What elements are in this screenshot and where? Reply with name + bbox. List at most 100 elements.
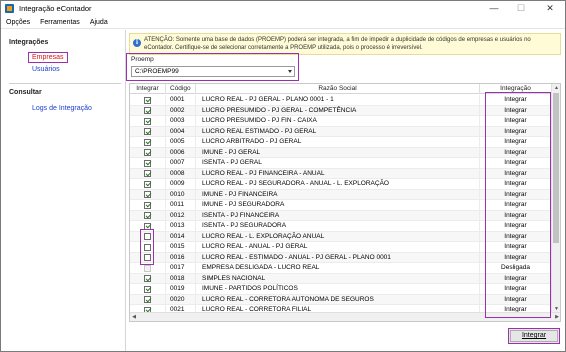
table-row[interactable]: 0006 IMUNE - PJ GERAL Integrar	[130, 147, 552, 158]
table-row[interactable]: 0018 SIMPLES NACIONAL Integrar	[130, 273, 552, 284]
header-integracao[interactable]: Integração	[480, 84, 552, 94]
header-codigo[interactable]: Código	[166, 84, 196, 94]
integracao-status-cell: Integrar	[480, 189, 552, 200]
header-integrar[interactable]: Integrar	[130, 84, 166, 94]
razao-social-cell: LUCRO PRESUMIDO - PJ FIN - CAIXA	[196, 116, 480, 126]
codigo-cell: 0012	[166, 210, 196, 221]
table-row[interactable]: 0009 LUCRO REAL - PJ SEGURADORA - ANUAL -…	[130, 179, 552, 190]
horizontal-scrollbar[interactable]: ◀ ▶	[130, 312, 560, 321]
table-row[interactable]: 0010 IMUNE - PJ FINANCEIRA Integrar	[130, 189, 552, 200]
unchecked-checkbox[interactable]	[144, 254, 151, 261]
checked-checkbox[interactable]	[144, 170, 151, 177]
integracao-status-cell: Integrar	[480, 158, 552, 168]
close-button[interactable]: ✕	[539, 1, 561, 15]
integracao-status-cell: Integrar	[480, 210, 552, 221]
integracao-status-cell: Integrar	[480, 179, 552, 189]
integrar-cell	[130, 263, 166, 273]
table-row[interactable]: 0004 LUCRO REAL ESTIMADO - PJ GERAL Integr…	[130, 126, 552, 137]
codigo-cell: 0013	[166, 221, 196, 231]
codigo-cell: 0016	[166, 252, 196, 263]
razao-social-cell: LUCRO REAL - PJ FINANCEIRA - ANUAL	[196, 168, 480, 179]
integracao-status-cell: Integrar	[480, 252, 552, 263]
razao-social-cell: IMUNE - PJ GERAL	[196, 147, 480, 158]
integrar-cell	[130, 137, 166, 147]
razao-social-cell: IMUNE - PARTIDOS POLÍTICOS	[196, 284, 480, 294]
minimize-button[interactable]: —	[483, 1, 505, 15]
menu-ferramentas[interactable]: Ferramentas	[35, 19, 85, 26]
table-row[interactable]: 0012 ISENTA - PJ FINANCEIRA Integrar	[130, 210, 552, 221]
table-row[interactable]: 0008 LUCRO REAL - PJ FINANCEIRA - ANUAL In…	[130, 168, 552, 179]
chevron-down-icon[interactable]	[288, 70, 292, 73]
razao-social-cell: LUCRO REAL - L. EXPLORAÇÃO ANUAL	[196, 231, 480, 242]
codigo-cell: 0019	[166, 284, 196, 294]
checked-checkbox[interactable]	[144, 212, 151, 219]
table-row[interactable]: 0007 ISENTA - PJ GERAL Integrar	[130, 158, 552, 169]
integracao-status-cell: Integrar	[480, 168, 552, 179]
header-razao-social[interactable]: Razão Social	[196, 84, 480, 94]
table-row[interactable]: 0014 LUCRO REAL - L. EXPLORAÇÃO ANUAL Inte…	[130, 231, 552, 242]
table-header: Integrar Código Razão Social Integração	[130, 84, 552, 94]
sidebar-item-empresas[interactable]: Empresas	[28, 52, 68, 63]
razao-social-cell: LUCRO REAL - PJ SEGURADORA - ANUAL - L. …	[196, 179, 480, 189]
vertical-scroll-thumb[interactable]	[553, 93, 559, 243]
checked-checkbox[interactable]	[144, 222, 151, 230]
razao-social-cell: EMPRESA DESLIGADA - LUCRO REAL	[196, 263, 480, 273]
table-row[interactable]: 0016 LUCRO REAL - ESTIMADO - ANUAL - PJ G…	[130, 252, 552, 263]
checked-checkbox[interactable]	[144, 128, 151, 135]
checked-checkbox[interactable]	[144, 117, 151, 125]
table-row[interactable]: 0013 ISENTA - PJ SEGURADORA Integrar	[130, 221, 552, 232]
integracao-status-cell: Integrar	[480, 221, 552, 231]
checked-checkbox[interactable]	[144, 201, 151, 209]
checked-checkbox[interactable]	[144, 180, 151, 188]
checked-checkbox[interactable]	[144, 191, 151, 198]
checked-checkbox[interactable]	[144, 159, 151, 167]
section-consultar: Consultar	[9, 89, 42, 96]
menu-opcoes[interactable]: Opções	[1, 19, 35, 26]
table-row[interactable]: 0003 LUCRO PRESUMIDO - PJ FIN - CAIXA Inte…	[130, 116, 552, 127]
table-row[interactable]: 0015 LUCRO REAL - ANUAL - PJ GERAL Integra…	[130, 242, 552, 253]
table-row[interactable]: 0002 LUCRO PRESUMIDO - PJ GERAL - COMPETÊ…	[130, 105, 552, 116]
table-row[interactable]: 0017 EMPRESA DESLIGADA - LUCRO REAL Deslig…	[130, 263, 552, 274]
codigo-cell: 0001	[166, 95, 196, 105]
sidebar: Integrações Empresas Usuários Consultar …	[1, 30, 126, 351]
integrar-cell	[130, 158, 166, 168]
integrar-button[interactable]: Integrar	[508, 328, 560, 344]
proemp-value: C:\PROEMP99	[135, 68, 179, 75]
scroll-up-icon[interactable]: ▲	[552, 84, 560, 92]
checked-checkbox[interactable]	[144, 149, 151, 156]
integrar-cell	[130, 294, 166, 305]
checked-checkbox[interactable]	[144, 296, 151, 303]
table-row[interactable]: 0020 LUCRO REAL - CORRETORA AUTONOMA DE S…	[130, 294, 552, 305]
menu-ajuda[interactable]: Ajuda	[85, 19, 113, 26]
integracao-status-cell: Integrar	[480, 116, 552, 126]
title-bar: Integração eContador — ☐ ✕	[1, 1, 565, 15]
table-row[interactable]: 0019 IMUNE - PARTIDOS POLÍTICOS Integrar	[130, 284, 552, 295]
checked-checkbox[interactable]	[144, 138, 151, 146]
sidebar-item-logs[interactable]: Logs de Integração	[32, 105, 92, 112]
table-row[interactable]: 0001 LUCRO REAL - PJ GERAL - PLANO 0001 -…	[130, 95, 552, 106]
integrar-cell	[130, 284, 166, 294]
checked-checkbox[interactable]	[144, 285, 151, 293]
integracao-status-cell: Integrar	[480, 95, 552, 105]
app-icon	[5, 3, 14, 13]
maximize-button[interactable]: ☐	[510, 1, 532, 15]
proemp-select[interactable]: C:\PROEMP99	[131, 66, 295, 77]
unchecked-checkbox[interactable]	[144, 243, 151, 251]
vertical-scrollbar[interactable]: ▲ ▼	[551, 84, 560, 313]
codigo-cell: 0005	[166, 137, 196, 147]
table-row[interactable]: 0005 LUCRO ARBITRADO - PJ GERAL Integrar	[130, 137, 552, 148]
integrar-cell	[130, 189, 166, 200]
sidebar-item-usuarios[interactable]: Usuários	[32, 66, 60, 73]
scroll-left-icon[interactable]: ◀	[130, 313, 138, 321]
checked-checkbox[interactable]	[144, 275, 151, 282]
checked-checkbox[interactable]	[144, 96, 151, 104]
checked-checkbox[interactable]	[144, 107, 151, 114]
table-body: 0001 LUCRO REAL - PJ GERAL - PLANO 0001 -…	[130, 95, 552, 316]
integrar-cell	[130, 168, 166, 179]
scroll-right-icon[interactable]: ▶	[553, 313, 560, 321]
integrar-cell	[130, 221, 166, 231]
integrar-cell	[130, 126, 166, 137]
razao-social-cell: ISENTA - PJ FINANCEIRA	[196, 210, 480, 221]
table-row[interactable]: 0011 IMUNE - PJ SEGURADORA Integrar	[130, 200, 552, 211]
unchecked-checkbox[interactable]	[144, 233, 151, 240]
